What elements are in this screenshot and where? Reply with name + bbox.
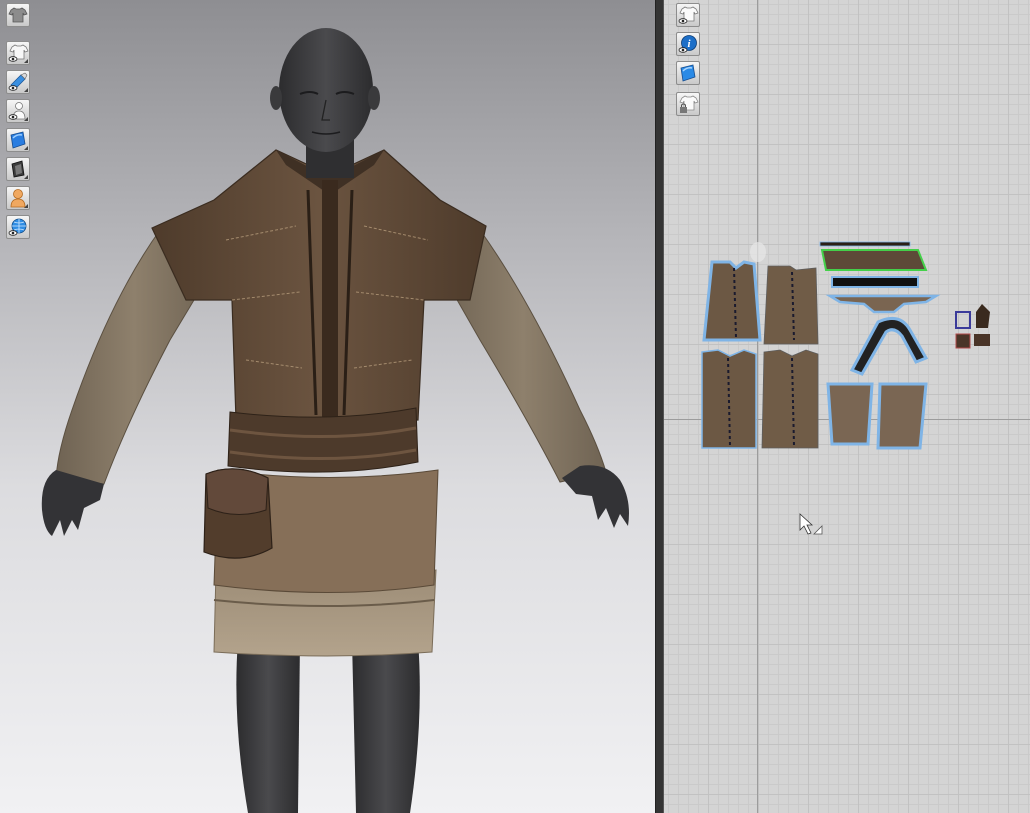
3d-viewport[interactable] [0,0,655,813]
pattern-piece-sash-top[interactable] [819,241,911,247]
pattern-piece-front-right-upper[interactable] [763,265,819,345]
pattern-pieces[interactable] [664,0,1030,813]
avatar-outline [750,242,766,262]
avatar-garment-scene[interactable] [0,0,655,813]
pattern-piece-front-right-lower[interactable] [761,349,819,449]
pattern-piece-collar[interactable] [825,294,941,314]
pattern-piece-pouch-set[interactable] [955,304,990,349]
pattern-piece-sash-band[interactable] [820,249,928,271]
pattern-piece-skirt-right[interactable] [876,382,928,450]
pattern-piece-front-left-lower[interactable] [701,349,757,449]
pattern-piece-belt-strip[interactable] [831,276,919,288]
leather-vest [151,149,487,421]
waist-sash [227,407,419,473]
avatar-legs [236,640,420,813]
mouse-cursor-icon [799,513,823,535]
2d-pattern-viewport[interactable]: i [664,0,1030,813]
pattern-piece-skirt-left[interactable] [826,382,874,446]
belt-pouch [203,468,273,559]
avatar-hand-right [562,465,629,528]
pattern-piece-front-left-upper[interactable] [702,260,762,342]
view-splitter[interactable] [655,0,664,813]
pattern-piece-curved-strap[interactable] [849,316,929,376]
